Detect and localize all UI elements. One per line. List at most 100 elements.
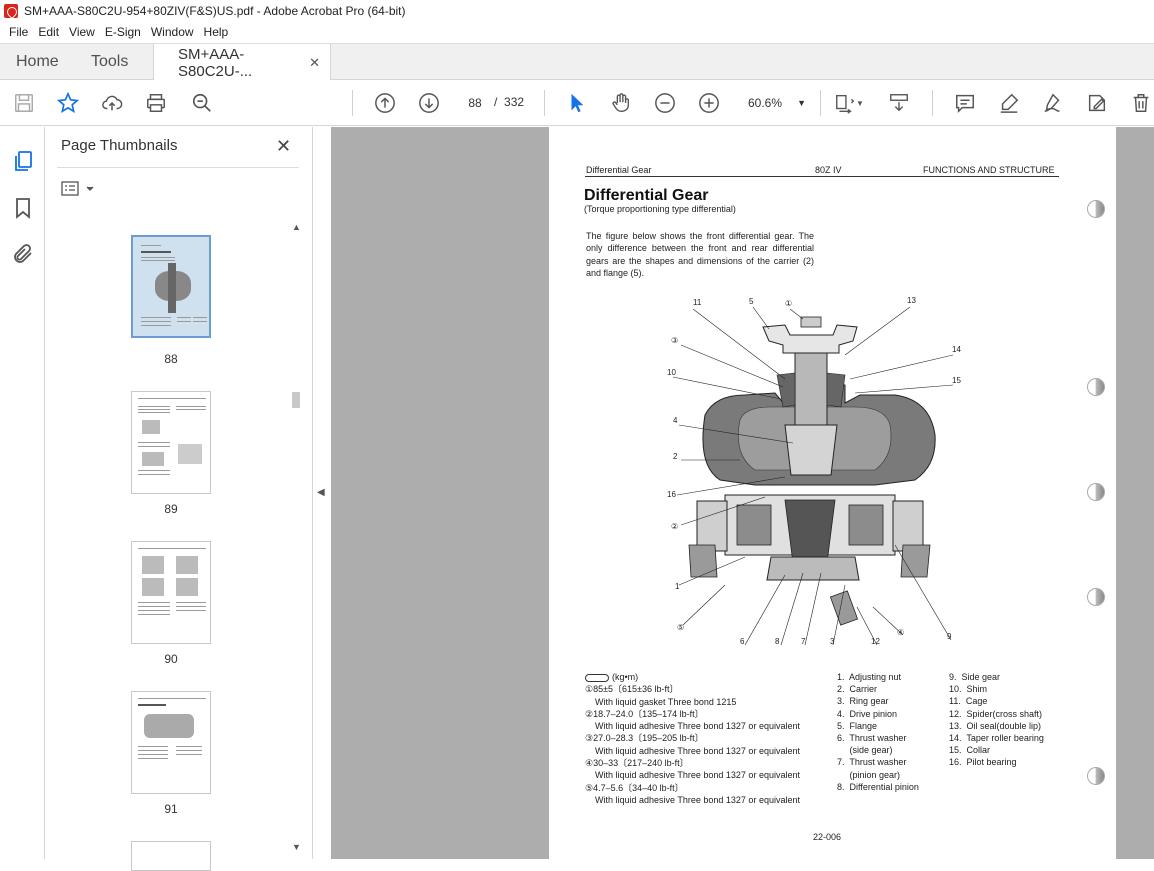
- part-item: 2. Carrier: [837, 684, 878, 695]
- torque-value: ③27.0–28.3〔195–205 lb-ft〕: [585, 733, 704, 744]
- zoom-out-icon[interactable]: [653, 91, 677, 115]
- parts-list-right: 9. Side gear 10. Shim 11. Cage 12. Spide…: [949, 671, 1044, 769]
- pdf-page: Differential Gear 80Z IV FUNCTIONS AND S…: [549, 127, 1116, 859]
- chevron-down-icon[interactable]: ▼: [855, 91, 865, 115]
- print-icon[interactable]: [144, 91, 168, 115]
- part-item: 1. Adjusting nut: [837, 672, 902, 682]
- bookmark-star-icon[interactable]: [56, 91, 80, 115]
- highlight-pen-icon[interactable]: [997, 91, 1021, 115]
- delete-trash-icon[interactable]: [1129, 91, 1153, 115]
- thumbnail-page-number: 91: [164, 802, 178, 816]
- scrollbar-thumb[interactable]: [292, 392, 300, 408]
- torque-note: With liquid adhesive Three bond 1327 or …: [595, 745, 800, 756]
- toolbar-divider: [820, 90, 821, 116]
- page-header-right: FUNCTIONS AND STRUCTURE: [923, 165, 1055, 175]
- title-bar: SM+AAA-S80C2U-954+80ZIV(F&S)US.pdf - Ado…: [0, 0, 1154, 22]
- thumbnail-page-90[interactable]: [131, 541, 211, 644]
- document-viewport[interactable]: Differential Gear 80Z IV FUNCTIONS AND S…: [331, 127, 1154, 859]
- torque-value: ④30–33〔217–240 lb-ft〕: [585, 758, 689, 769]
- toolbar-divider: [932, 90, 933, 116]
- part-item: 16. Pilot bearing: [949, 757, 1017, 768]
- thumbnail-options-icon[interactable]: [61, 180, 97, 198]
- flange: [762, 324, 858, 354]
- fill-sign-icon[interactable]: [1085, 91, 1109, 115]
- thumbnail-page-88[interactable]: [131, 235, 211, 338]
- binder-hole-mark: [1087, 378, 1105, 396]
- hand-tool-icon[interactable]: [609, 91, 633, 115]
- draw-pen-icon[interactable]: [1041, 91, 1065, 115]
- current-page-input[interactable]: 88: [459, 92, 491, 114]
- menu-view[interactable]: View: [64, 25, 100, 39]
- tab-tools[interactable]: Tools: [75, 44, 153, 80]
- part-item: (side gear): [837, 745, 893, 756]
- diagram-label: ③: [671, 336, 678, 345]
- ring-gear: [766, 556, 860, 581]
- select-cursor-icon[interactable]: [565, 91, 589, 115]
- page-separator: /: [494, 95, 498, 109]
- thumbnail-page-number: 90: [164, 652, 178, 666]
- side-gear-right: [848, 504, 884, 546]
- menu-file[interactable]: File: [4, 25, 33, 39]
- zoom-search-icon[interactable]: [190, 91, 214, 115]
- thumbnail-page-91[interactable]: [131, 691, 211, 794]
- scroll-up-icon[interactable]: ▲: [292, 222, 301, 232]
- drive-pinion-head: [784, 424, 838, 476]
- scroll-mode-icon[interactable]: [887, 91, 911, 115]
- menu-help[interactable]: Help: [199, 25, 234, 39]
- page-fit-icon[interactable]: [833, 91, 857, 115]
- header-rule: [585, 176, 1059, 177]
- diagram-label: 12: [871, 637, 880, 646]
- diagram-label: 16: [667, 490, 676, 499]
- panel-collapse-handle[interactable]: ◀: [313, 127, 331, 859]
- thumbnail-page-number: 88: [164, 352, 178, 366]
- diagram-label: 9: [947, 632, 952, 641]
- page-subtitle: (Torque proportioning type differential): [584, 204, 736, 214]
- left-navigation-rail: [0, 127, 45, 859]
- save-icon[interactable]: [12, 91, 36, 115]
- close-panel-icon[interactable]: ✕: [276, 136, 291, 157]
- thumbnails-scrollbar[interactable]: ▲ ▼: [290, 222, 302, 854]
- zoom-level-value: 60.6%: [748, 96, 783, 110]
- previous-page-icon[interactable]: [373, 91, 397, 115]
- thumbnail-page-next[interactable]: [131, 841, 211, 871]
- torque-unit-row: (kg•m): [585, 671, 800, 683]
- diagram-label: ⑤: [677, 623, 684, 632]
- torque-note: With liquid adhesive Three bond 1327 or …: [595, 770, 800, 781]
- part-item: 9. Side gear: [949, 672, 1001, 682]
- diagram-label: 3: [830, 637, 835, 646]
- part-item: 13. Oil seal(double lip): [949, 720, 1042, 731]
- tab-close-icon[interactable]: ✕: [309, 55, 320, 71]
- scroll-down-icon[interactable]: ▼: [292, 842, 301, 852]
- torque-note: With liquid adhesive Three bond 1327 or …: [595, 794, 800, 805]
- part-item: 10. Shim: [949, 684, 988, 695]
- flange-nut: [800, 316, 822, 328]
- next-page-icon[interactable]: [417, 91, 441, 115]
- total-pages: 332: [504, 95, 525, 109]
- menu-window[interactable]: Window: [146, 25, 199, 39]
- torque-value: ⑤4.7–5.6〔34–40 lb-ft〕: [585, 782, 684, 793]
- thumbnail-page-89[interactable]: [131, 391, 211, 494]
- menu-esign[interactable]: E-Sign: [100, 25, 146, 39]
- page-thumbnails-icon[interactable]: [11, 149, 35, 173]
- comment-icon[interactable]: [953, 91, 977, 115]
- torque-legend: (kg•m) ①85±5〔615±36 lb-ft〕 With liquid g…: [585, 671, 800, 806]
- zoom-level-select[interactable]: 60.6% ▼: [740, 92, 810, 114]
- page-title: Differential Gear: [584, 187, 709, 204]
- differential-gear-diagram: 11 5 ① 13 ③ 14 10 15 4 2 16 ② 1 ⑤ 6 8 7 …: [667, 296, 961, 646]
- diagram-label: 1: [675, 582, 680, 591]
- diagram-label: 15: [952, 376, 961, 385]
- diagram-label: ①: [785, 299, 792, 308]
- acrobat-logo-icon: [4, 4, 18, 18]
- chevron-down-icon: ▼: [797, 98, 806, 108]
- part-item: 8. Differential pinion: [837, 781, 919, 792]
- menu-edit[interactable]: Edit: [33, 25, 64, 39]
- tab-home[interactable]: Home: [0, 44, 75, 80]
- bookmarks-icon[interactable]: [11, 196, 35, 220]
- upload-cloud-icon[interactable]: [100, 91, 124, 115]
- zoom-in-icon[interactable]: [697, 91, 721, 115]
- part-item: 14. Taper roller bearing: [949, 733, 1044, 744]
- attachments-paperclip-icon[interactable]: [11, 242, 35, 266]
- part-item: 6. Thrust washer: [837, 733, 907, 744]
- tab-document[interactable]: SM+AAA-S80C2U-... ✕: [153, 44, 331, 81]
- part-item: 12. Spider(cross shaft): [949, 708, 1043, 719]
